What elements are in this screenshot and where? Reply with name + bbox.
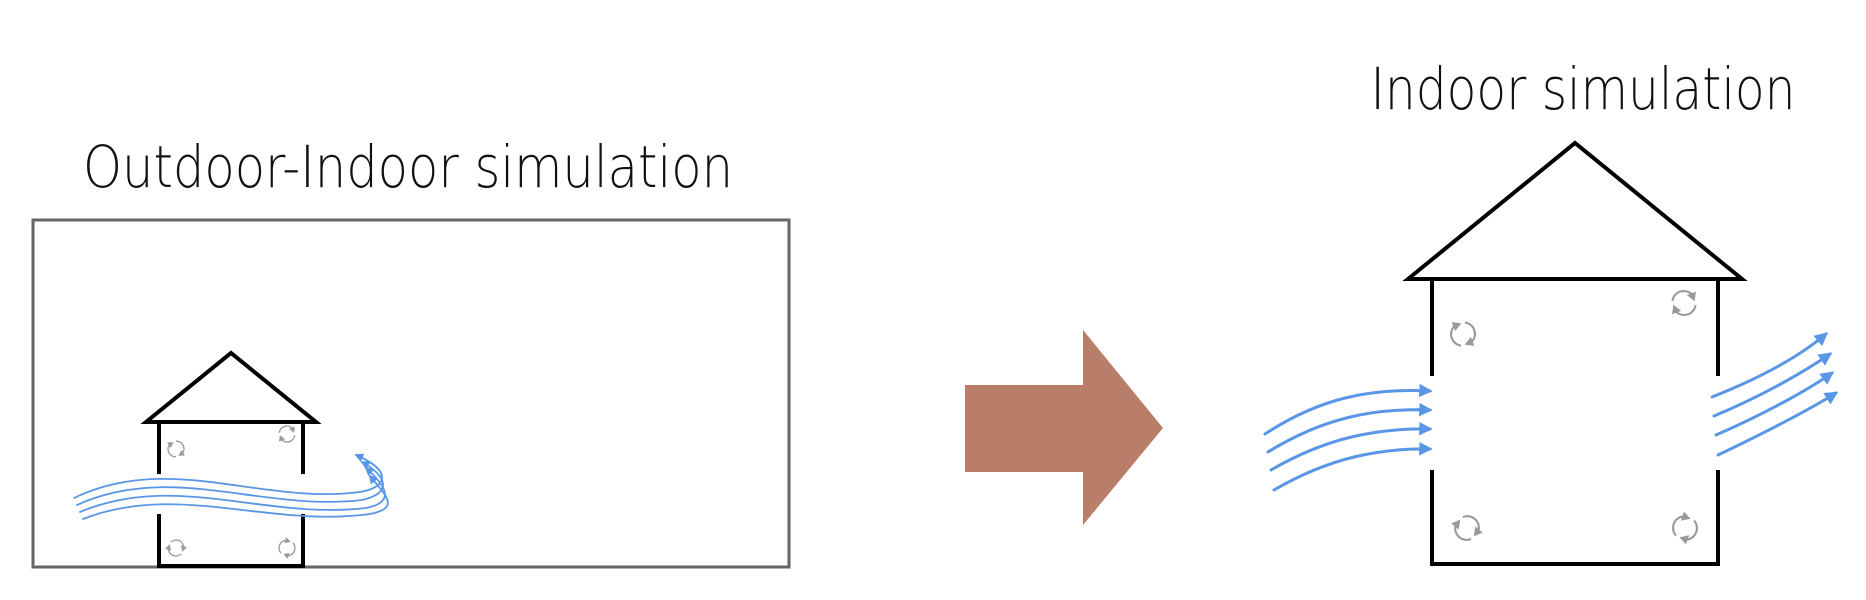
eddy-icon (1444, 316, 1482, 352)
airflow-streamline (82, 474, 389, 520)
eddy-icon (1666, 284, 1702, 322)
eddy-icon (274, 534, 300, 562)
outdoor-airflow (73, 453, 389, 520)
outflow-airflow (1710, 332, 1839, 457)
right-panel-title: Indoor simulation (1371, 55, 1796, 123)
right-arrow-icon (965, 330, 1163, 525)
eddy-icon (1449, 512, 1485, 544)
diagram-canvas: Outdoor-Indoor simulation Indoor simulat… (31, 55, 1839, 569)
left-panel-title: Outdoor-Indoor simulation (83, 133, 733, 201)
eddy-icon (164, 438, 188, 460)
outdoor-domain-box (31, 218, 791, 569)
airflow-streamline (1263, 383, 1433, 436)
inflow-airflow (1263, 383, 1433, 492)
large-house (1402, 140, 1748, 566)
small-house (140, 350, 322, 568)
large-house-eddies (1444, 284, 1704, 548)
right-panel: Indoor simulation (1263, 55, 1839, 566)
airflow-streamline (1266, 402, 1433, 454)
eddy-icon (1666, 508, 1704, 548)
small-house-roof (140, 350, 322, 424)
airflow-streamline (1716, 391, 1839, 457)
eddy-icon (162, 535, 190, 561)
eddy-icon (275, 421, 299, 447)
large-house-roof (1402, 140, 1748, 281)
left-panel: Outdoor-Indoor simulation (31, 133, 791, 569)
